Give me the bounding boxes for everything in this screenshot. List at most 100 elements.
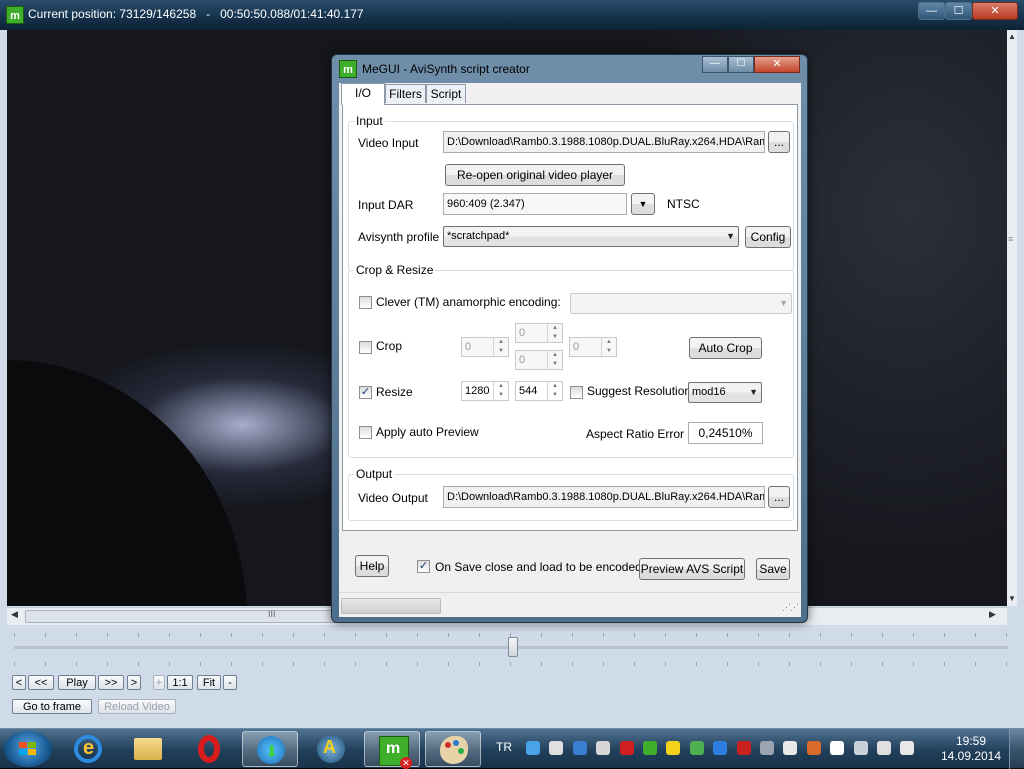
timeline-tick — [572, 662, 573, 666]
save-button[interactable]: Save — [756, 558, 790, 580]
battery-icon[interactable] — [666, 741, 681, 755]
maximize-button[interactable]: ☐ — [945, 2, 972, 20]
scroll-down-arrow-icon[interactable]: ▼ — [1008, 594, 1016, 603]
timeline-tick — [789, 662, 790, 666]
timeline-tick — [882, 662, 883, 666]
scroll-left-arrow-icon[interactable]: ◀ — [11, 609, 18, 620]
taskbar-internet-download-manager[interactable]: ⬇ — [242, 731, 298, 767]
lav-video-icon[interactable] — [596, 741, 611, 755]
crop-right-input[interactable]: 0 ▲ ▼ — [569, 337, 617, 357]
language-indicator[interactable]: TR — [496, 740, 512, 754]
timeline-tick — [138, 662, 139, 666]
spinner-arrows-icon[interactable]: ▲ ▼ — [601, 338, 616, 356]
chrome-icon[interactable] — [526, 741, 540, 755]
clever-anamorphic-select[interactable]: ▼ — [570, 293, 792, 314]
fit-button[interactable]: Fit — [197, 675, 221, 690]
tab-script[interactable]: Script — [426, 84, 466, 103]
apply-auto-preview-checkbox[interactable] — [359, 426, 372, 439]
spinner-arrows-icon[interactable]: ▲ ▼ — [547, 382, 562, 400]
taskbar-paint[interactable] — [425, 731, 481, 767]
scroll-up-arrow-icon[interactable]: ▲ — [1008, 32, 1016, 41]
taskbar-opera[interactable] — [181, 731, 237, 767]
fast-forward-button[interactable]: >> — [98, 675, 124, 690]
crop-top-input[interactable]: 0 ▲ ▼ — [515, 323, 563, 343]
help-button[interactable]: Help — [355, 555, 389, 577]
dropbox-icon[interactable] — [572, 741, 587, 755]
flag-icon[interactable] — [830, 741, 845, 755]
clock-icon[interactable] — [783, 741, 798, 755]
resize-checkbox[interactable]: ✓ — [359, 386, 372, 399]
video-output-field[interactable]: D:\Download\Ramb0.3.1988.1080p.DUAL.BluR… — [443, 486, 765, 508]
zoom-1-1-button[interactable]: 1:1 — [167, 675, 193, 690]
adobe-icon[interactable] — [736, 741, 751, 755]
spinner-arrows-icon[interactable]: ▲ ▼ — [547, 324, 562, 342]
taskbar-megui[interactable]: m ✕ — [364, 731, 420, 769]
prev-frame-button[interactable]: < — [12, 675, 26, 690]
taskbar-clock[interactable]: 19:59 14.09.2014 — [940, 734, 1002, 764]
timeline-slider-thumb[interactable] — [508, 637, 518, 657]
taskbar-avisynth[interactable]: A — [303, 731, 359, 767]
spinner-arrows-icon[interactable]: ▲ ▼ — [493, 338, 508, 356]
spinner-arrows-icon[interactable]: ▲ ▼ — [547, 351, 562, 369]
go-to-frame-button[interactable]: Go to frame — [12, 699, 92, 714]
start-button[interactable] — [4, 731, 52, 767]
resize-grip-icon[interactable]: ⋰⋰ — [782, 602, 799, 613]
bug-icon[interactable] — [806, 741, 821, 755]
video-input-field[interactable]: D:\Download\Ramb0.3.1988.1080p.DUAL.BluR… — [443, 131, 765, 153]
video-input-browse-button[interactable]: ... — [768, 131, 790, 153]
avisynth-icon: A — [317, 735, 345, 763]
dialog-close-button[interactable]: ✕ — [754, 56, 800, 73]
mod-select[interactable]: mod16 ▼ — [688, 382, 762, 403]
scroll-right-arrow-icon[interactable]: ▶ — [989, 609, 996, 620]
input-dar-dropdown-button[interactable]: ▼ — [631, 193, 655, 215]
timeline-tick — [293, 662, 294, 666]
bluetooth-icon[interactable] — [713, 741, 728, 755]
dialog-maximize-button[interactable]: ☐ — [728, 56, 754, 73]
player-title-bar[interactable]: m Current position: 73129/146258 - 00:50… — [0, 0, 1024, 30]
zoom-out-button[interactable]: - — [223, 675, 237, 690]
reopen-video-player-button[interactable]: Re-open original video player — [445, 164, 625, 186]
crop-left-input[interactable]: 0 ▲ ▼ — [461, 337, 509, 357]
tab-io[interactable]: I/O — [341, 83, 385, 105]
taskbar-file-explorer[interactable] — [120, 731, 176, 767]
input-dar-field[interactable]: 960:409 (2.347) — [443, 193, 627, 215]
video-output-browse-button[interactable]: ... — [768, 486, 790, 508]
tool-icon[interactable] — [760, 741, 774, 755]
tab-filters[interactable]: Filters — [385, 84, 426, 103]
crop-top-value: 0 — [519, 327, 526, 339]
preview-avs-script-button[interactable]: Preview AVS Script — [639, 558, 745, 580]
lav-audio-icon[interactable] — [619, 741, 634, 755]
volume-icon[interactable] — [877, 741, 891, 755]
play-button[interactable]: Play — [58, 675, 96, 690]
zoom-in-button[interactable]: + — [153, 675, 165, 690]
reload-video-button[interactable]: Reload Video — [98, 699, 176, 714]
crop-bottom-input[interactable]: 0 ▲ ▼ — [515, 350, 563, 370]
next-frame-button[interactable]: > — [127, 675, 141, 690]
crop-checkbox[interactable] — [359, 341, 372, 354]
taskbar-internet-explorer[interactable]: e — [60, 731, 116, 767]
timeline-tick — [944, 662, 945, 666]
dialog-minimize-button[interactable]: — — [702, 56, 728, 73]
config-button[interactable]: Config — [745, 226, 791, 248]
resize-height-input[interactable]: 544 ▲ ▼ — [515, 381, 563, 401]
folder-icon — [134, 738, 162, 760]
chevron-down-icon: ▼ — [726, 231, 735, 241]
utorrent-icon[interactable] — [689, 741, 704, 755]
resize-width-input[interactable]: 1280 ▲ ▼ — [461, 381, 509, 401]
spinner-arrows-icon[interactable]: ▲ ▼ — [493, 382, 508, 400]
minimize-button[interactable]: — — [918, 2, 945, 20]
close-button[interactable]: ✕ — [972, 2, 1018, 20]
vertical-scrollbar[interactable]: ▲ ≡ ▼ — [1007, 30, 1017, 606]
network-monitor-icon[interactable] — [643, 741, 657, 755]
notes-icon[interactable] — [549, 741, 564, 755]
auto-crop-button[interactable]: Auto Crop — [689, 337, 762, 359]
suggest-resolution-checkbox[interactable] — [570, 386, 583, 399]
screen-icon[interactable] — [853, 741, 868, 755]
rewind-button[interactable]: << — [28, 675, 54, 690]
show-desktop-button[interactable] — [1009, 729, 1024, 769]
timeline-tick — [417, 633, 418, 637]
clever-anamorphic-checkbox[interactable] — [359, 296, 372, 309]
avisynth-profile-select[interactable]: *scratchpad* ▼ — [443, 226, 739, 247]
on-save-close-checkbox[interactable]: ✓ — [417, 560, 430, 573]
speaker-icon[interactable] — [900, 741, 915, 755]
